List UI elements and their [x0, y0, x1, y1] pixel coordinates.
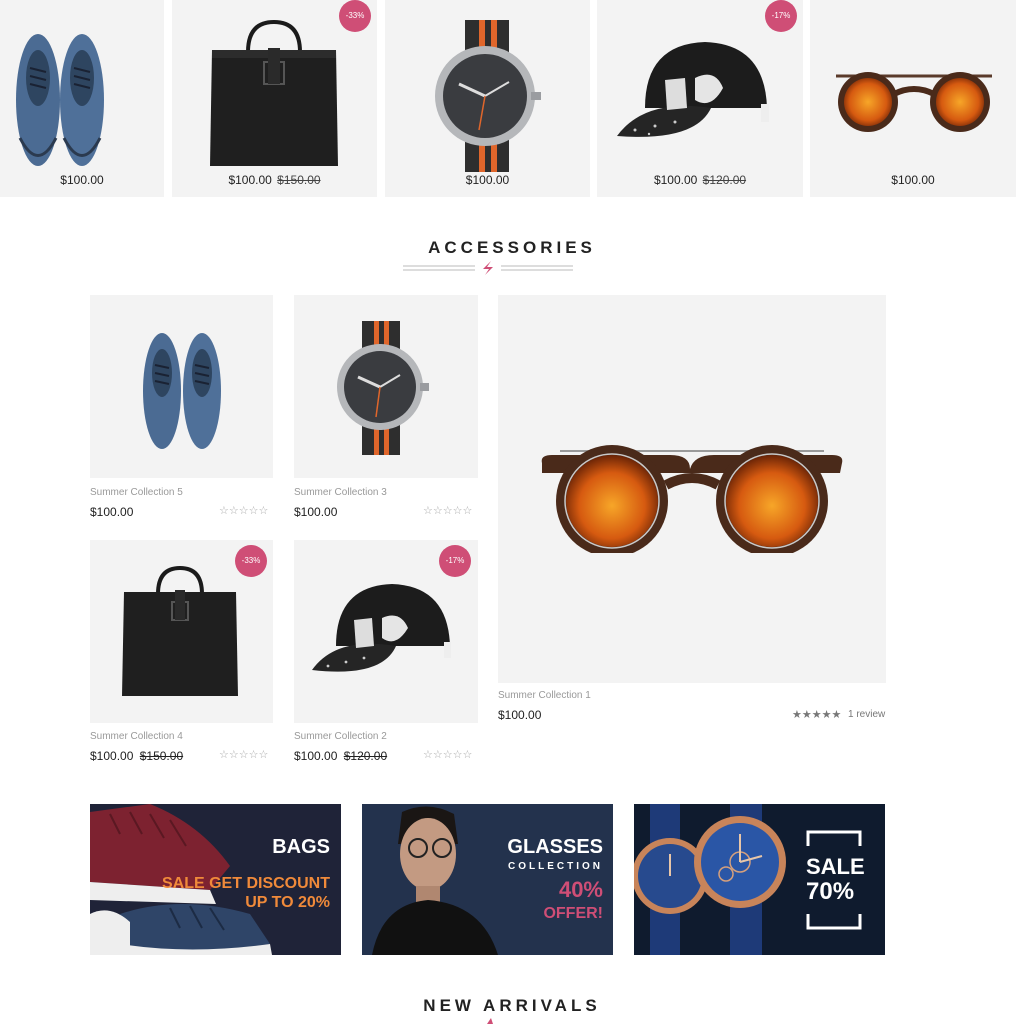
section-title-accessories: ACCESSORIES — [428, 238, 596, 257]
sunglasses-image — [541, 445, 843, 553]
rating-stars: ☆☆☆☆☆ — [423, 749, 473, 761]
product-price: $100.00 — [90, 505, 134, 519]
top-product-card-shoes[interactable]: $100.00 — [0, 0, 164, 197]
product-price: $100.00 — [60, 173, 104, 187]
shoes-image — [143, 333, 221, 449]
banner-offer-percent: 40% — [558, 877, 603, 902]
banner-sale[interactable]: SALE 70% — [634, 804, 885, 955]
top-product-card-bag[interactable]: -33% $100.00 $150.00 — [172, 0, 377, 197]
product-price: $100.00 $120.00 — [653, 173, 747, 187]
product-name[interactable]: Summer Collection 4 — [90, 731, 183, 742]
title-ornament-icon — [403, 261, 573, 275]
product-price: $100.00 $150.00 — [90, 749, 184, 763]
product-price: $100.00 — [465, 173, 510, 187]
shoes-image — [16, 34, 104, 166]
product-image[interactable] — [90, 295, 273, 478]
watch-image — [337, 321, 429, 455]
banner-subtitle: COLLECTION — [508, 861, 603, 872]
cap-image — [312, 584, 451, 672]
product-price: $100.00 — [891, 173, 935, 187]
watch-image — [435, 20, 541, 172]
top-product-card-watch[interactable]: $100.00 — [385, 0, 590, 197]
banner-offer-line: UP TO 20% — [245, 894, 330, 911]
section-title-new-arrivals: NEW ARRIVALS — [423, 996, 601, 1015]
product-card[interactable]: -33% Summer Collection 4 $100.00 $150.00… — [90, 540, 273, 770]
top-product-card-sunglasses[interactable]: $100.00 — [810, 0, 1016, 197]
product-price: $100.00 — [294, 505, 338, 519]
bag-image — [210, 19, 338, 166]
product-price: $100.00 $150.00 — [228, 173, 321, 187]
product-image[interactable] — [498, 295, 886, 683]
product-name[interactable]: Summer Collection 2 — [294, 731, 387, 742]
discount-badge: -17% — [439, 545, 471, 577]
product-name[interactable]: Summer Collection 1 — [498, 690, 591, 701]
banner-offer-line: OFFER! — [543, 905, 603, 922]
featured-product-card[interactable]: Summer Collection 1 $100.00 ★★★★★ 1 revi… — [498, 295, 886, 725]
product-card[interactable]: Summer Collection 3 $100.00 ☆☆☆☆☆ — [294, 295, 478, 525]
product-name[interactable]: Summer Collection 3 — [294, 487, 387, 498]
rating-stars: ☆☆☆☆☆ — [219, 505, 269, 517]
banner-bags[interactable]: BAGS SALE GET DISCOUNT UP TO 20% — [90, 804, 341, 955]
product-price: $100.00 $120.00 — [294, 749, 388, 763]
banner-title: SALE — [806, 854, 865, 879]
product-card[interactable]: -17% Summer Collection 2 $100.00 $120.00… — [294, 540, 478, 770]
product-image[interactable]: -17% — [294, 540, 478, 723]
product-price: $100.00 — [498, 708, 542, 722]
product-card[interactable]: Summer Collection 5 $100.00 ☆☆☆☆☆ — [90, 295, 273, 525]
rating-stars: ☆☆☆☆☆ — [423, 505, 473, 517]
banner-title: BAGS — [272, 836, 330, 858]
discount-badge: -33% — [339, 0, 371, 32]
title-ornament-icon — [487, 1018, 493, 1024]
product-image[interactable]: -33% — [90, 540, 273, 723]
review-count-link[interactable]: 1 review — [848, 709, 885, 720]
discount-badge: -17% — [765, 0, 797, 32]
sunglasses-image — [836, 72, 992, 132]
rating-stars: ☆☆☆☆☆ — [219, 749, 269, 761]
rating-stars: ★★★★★ — [792, 709, 842, 721]
discount-badge: -33% — [235, 545, 267, 577]
bag-image — [122, 565, 238, 696]
cap-image — [617, 42, 769, 137]
banner-glasses[interactable]: GLASSES COLLECTION 40% OFFER! — [362, 804, 613, 955]
product-name[interactable]: Summer Collection 5 — [90, 487, 183, 498]
banner-offer-line: SALE GET DISCOUNT — [161, 875, 330, 892]
banner-offer-percent: 70% — [806, 878, 855, 905]
top-product-card-cap[interactable]: -17% $100.00 $120.00 — [597, 0, 803, 197]
banner-title: GLASSES — [507, 836, 603, 858]
top-product-strip: $100.00 -33% $100.00 $150.00 $100.00 -17… — [0, 0, 1024, 197]
product-image[interactable] — [294, 295, 478, 478]
